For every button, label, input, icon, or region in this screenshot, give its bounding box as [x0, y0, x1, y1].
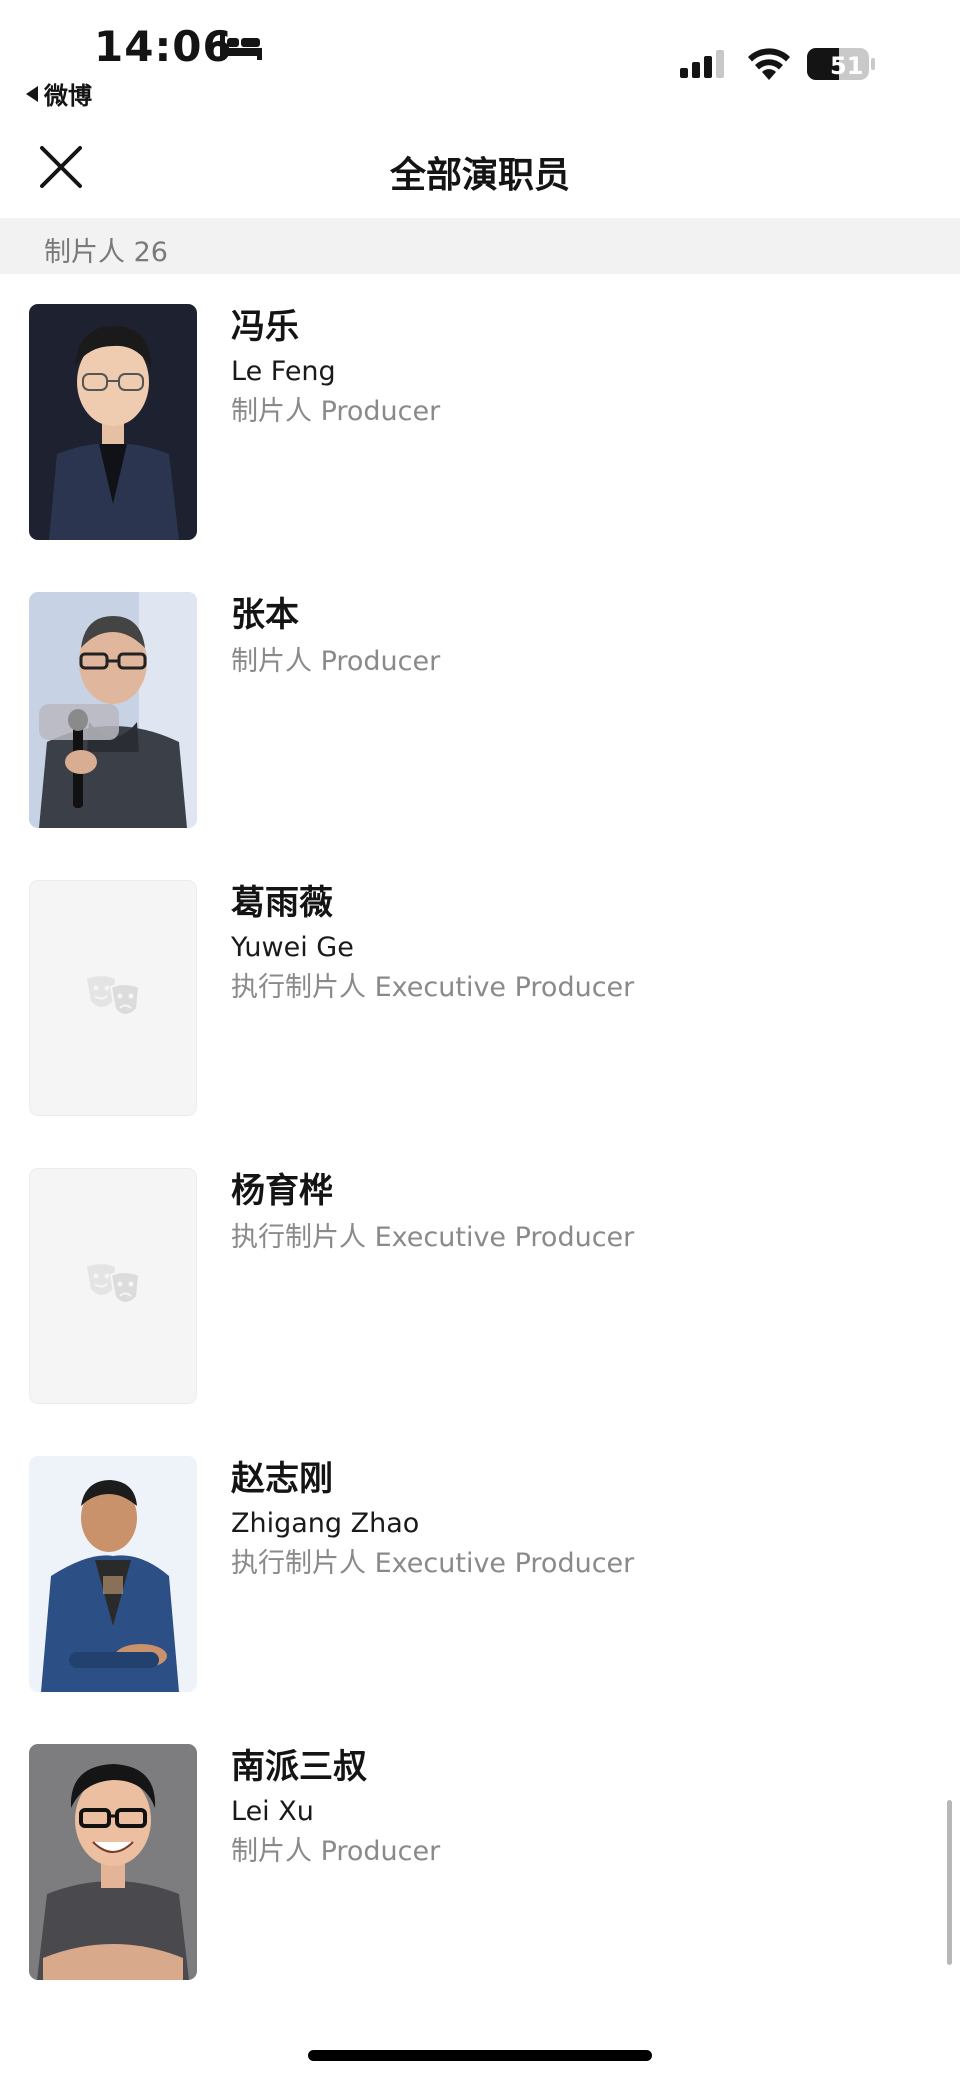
- person-photo: [29, 304, 197, 540]
- person-row[interactable]: 葛雨薇 Yuwei Ge 执行制片人 Executive Producer: [0, 880, 960, 1116]
- person-role: 制片人 Producer: [231, 396, 441, 427]
- person-info: 南派三叔 Lei Xu 制片人 Producer: [231, 1744, 440, 1872]
- back-app-label: 微博: [44, 82, 92, 110]
- person-name-cn: 赵志刚: [231, 1459, 333, 1499]
- person-role: 执行制片人 Executive Producer: [231, 1548, 635, 1579]
- person-name-cn: 葛雨薇: [231, 883, 333, 923]
- drama-masks-icon: [87, 1264, 141, 1304]
- home-indicator[interactable]: [308, 2050, 652, 2061]
- person-photo: [29, 1744, 197, 1980]
- page-title: 全部演职员: [389, 155, 570, 196]
- person-info: 赵志刚 Zhigang Zhao 执行制片人 Executive Produce…: [231, 1456, 634, 1584]
- person-info: 葛雨薇 Yuwei Ge 执行制片人 Executive Producer: [231, 880, 634, 1008]
- cellular-signal-icon: [680, 50, 724, 78]
- status-bar: 14:06 微博 51: [0, 0, 960, 120]
- status-time: 14:06: [94, 22, 233, 71]
- scroll-indicator[interactable]: [947, 1800, 952, 1965]
- person-name-cn: 南派三叔: [231, 1747, 367, 1787]
- drama-masks-icon: [87, 976, 141, 1016]
- person-name-en: Lei Xu: [231, 1796, 314, 1827]
- person-name-en: Zhigang Zhao: [231, 1508, 420, 1539]
- person-photo: [29, 1456, 197, 1692]
- person-role: 制片人 Producer: [231, 646, 441, 677]
- person-info: 杨育桦 执行制片人 Executive Producer: [231, 1168, 634, 1258]
- person-name-en: Le Feng: [231, 356, 336, 387]
- person-info: 冯乐 Le Feng 制片人 Producer: [231, 304, 440, 432]
- bed-icon: [220, 34, 262, 60]
- person-name-cn: 冯乐: [231, 307, 299, 347]
- person-name-cn: 杨育桦: [231, 1171, 333, 1211]
- person-row[interactable]: 杨育桦 执行制片人 Executive Producer: [0, 1168, 960, 1404]
- section-title: 制片人 26: [44, 237, 168, 268]
- person-role: 执行制片人 Executive Producer: [231, 972, 635, 1003]
- person-info: 张本 制片人 Producer: [231, 592, 440, 682]
- wifi-icon: [748, 48, 790, 80]
- battery-level: 51: [830, 52, 863, 80]
- person-name-en: Yuwei Ge: [231, 932, 354, 963]
- person-role: 执行制片人 Executive Producer: [231, 1222, 635, 1253]
- battery-icon: 51: [807, 48, 875, 80]
- back-to-app-button[interactable]: 微博: [26, 76, 92, 111]
- person-row[interactable]: 南派三叔 Lei Xu 制片人 Producer: [0, 1744, 960, 1980]
- person-role: 制片人 Producer: [231, 1836, 441, 1867]
- person-photo-placeholder: [29, 1168, 197, 1404]
- person-photo-placeholder: [29, 880, 197, 1116]
- back-triangle-icon: [26, 85, 38, 102]
- person-row[interactable]: 冯乐 Le Feng 制片人 Producer: [0, 304, 960, 540]
- person-row[interactable]: 张本 制片人 Producer: [0, 592, 960, 828]
- person-row[interactable]: 赵志刚 Zhigang Zhao 执行制片人 Executive Produce…: [0, 1456, 960, 1692]
- person-name-cn: 张本: [231, 595, 299, 635]
- person-photo: [29, 592, 197, 828]
